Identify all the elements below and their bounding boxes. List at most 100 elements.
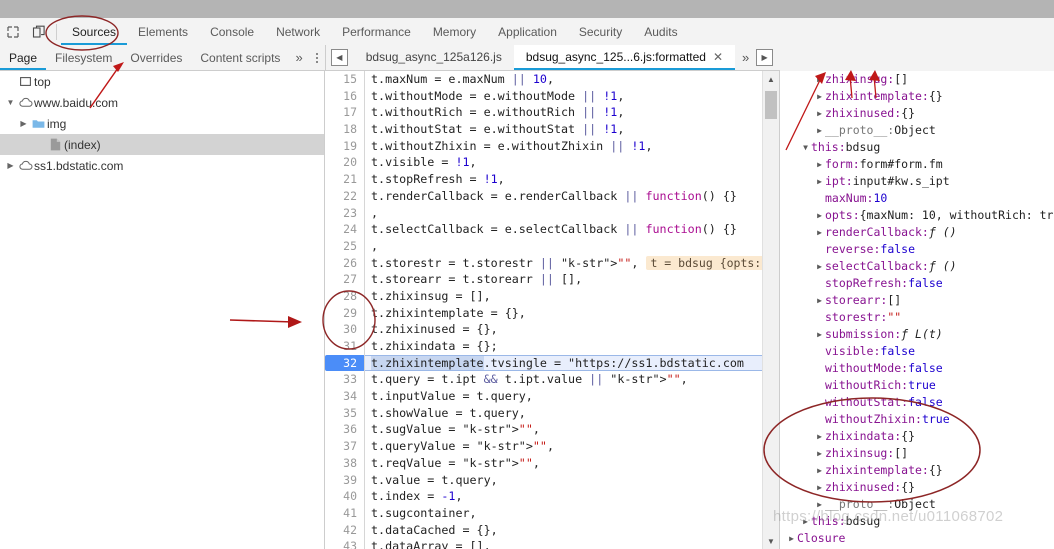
code-editor[interactable]: 15 16 17 18 19 20 21 22 23 24 25 26 27 28 29 30 31 32 33 34…	[325, 71, 780, 549]
line-number[interactable]: 27	[325, 271, 364, 288]
twisty-right-icon[interactable]: ▶	[814, 71, 825, 88]
line-number[interactable]: 17	[325, 104, 364, 121]
code-line[interactable]: t.showValue = t.query,	[365, 405, 763, 422]
line-number[interactable]: 33	[325, 371, 364, 388]
twisty-right-icon[interactable]: ▶	[814, 207, 825, 224]
twisty-right-icon[interactable]: ▶	[814, 292, 825, 309]
device-toolbar-icon[interactable]	[26, 19, 52, 45]
tab-console[interactable]: Console	[199, 19, 265, 45]
code-line[interactable]: t.maxNum = e.maxNum || 10,	[365, 71, 763, 88]
line-number[interactable]: 40	[325, 488, 364, 505]
line-number[interactable]: 35	[325, 405, 364, 422]
code-line[interactable]: ,	[365, 205, 763, 222]
scope-row[interactable]: maxNum: 10	[780, 190, 1054, 207]
tab-performance[interactable]: Performance	[331, 19, 422, 45]
twisty-right-icon[interactable]: ▶	[814, 156, 825, 173]
tab-elements[interactable]: Elements	[127, 19, 199, 45]
navigator-toggle-icon[interactable]: ◀	[331, 49, 348, 66]
subtab-content-scripts[interactable]: Content scripts	[191, 45, 289, 70]
line-number[interactable]: 21	[325, 171, 364, 188]
scope-row[interactable]: storestr: ""	[780, 309, 1054, 326]
scope-row[interactable]: visible: false	[780, 343, 1054, 360]
scope-row[interactable]: ▶ zhixintemplate: {}	[780, 462, 1054, 479]
debugger-scope-panel[interactable]: ▶ zhixinsug: [] ▶ zhixintemplate: {} ▶ zhixin…	[780, 71, 1054, 549]
line-number[interactable]: 25	[325, 238, 364, 255]
line-number[interactable]: 24	[325, 221, 364, 238]
line-number[interactable]: 34	[325, 388, 364, 405]
scope-row[interactable]: reverse: false	[780, 241, 1054, 258]
scope-row[interactable]: ▶ zhixinsug: []	[780, 71, 1054, 88]
tab-audits[interactable]: Audits	[633, 19, 688, 45]
line-number[interactable]: 20	[325, 154, 364, 171]
scope-row[interactable]: withoutZhixin: true	[780, 411, 1054, 428]
code-line[interactable]: t.storestr = t.storestr || "k-str">"", t …	[365, 255, 763, 272]
tree-item-img[interactable]: ▶ img	[0, 113, 324, 134]
tree-item-ss1-bdstatic-com[interactable]: ▶ ss1.bdstatic.com	[0, 155, 324, 176]
scope-row[interactable]: ▶ submission: ƒ L(t)	[780, 326, 1054, 343]
twisty-down-icon[interactable]: ▼	[4, 98, 17, 107]
scope-row[interactable]: withoutMode: false	[780, 360, 1054, 377]
twisty-right-icon[interactable]: ▶	[814, 122, 825, 139]
twisty-right-icon[interactable]: ▶	[814, 105, 825, 122]
twisty-right-icon[interactable]: ▶	[814, 258, 825, 275]
file-tab-bdsug-async[interactable]: bdsug_async_125a126.js	[354, 45, 514, 70]
code-line[interactable]: t.renderCallback = e.renderCallback || f…	[365, 188, 763, 205]
file-tabs-overflow-chevron-icon[interactable]: »	[735, 50, 756, 65]
twisty-right-icon[interactable]: ▶	[17, 119, 30, 128]
line-number[interactable]: 26	[325, 255, 364, 272]
code-line[interactable]: t.queryValue = "k-str">"",	[365, 438, 763, 455]
scope-row[interactable]: ▶ zhixindata: {}	[780, 428, 1054, 445]
line-number[interactable]: 39	[325, 472, 364, 489]
scope-row[interactable]: ▼ this: bdsug	[780, 139, 1054, 156]
inspect-element-icon[interactable]	[0, 19, 26, 45]
line-number[interactable]: 22	[325, 188, 364, 205]
scroll-up-arrow-icon[interactable]: ▲	[763, 71, 779, 87]
code-line[interactable]: t.storearr = t.storearr || [],	[365, 271, 763, 288]
scope-row[interactable]: ▶ zhixinsug: []	[780, 445, 1054, 462]
code-line[interactable]: t.sugcontainer,	[365, 505, 763, 522]
tab-sources[interactable]: Sources	[61, 19, 128, 45]
line-number[interactable]: 36	[325, 421, 364, 438]
scope-row[interactable]: ▶ __proto__: Object	[780, 122, 1054, 139]
twisty-right-icon[interactable]: ▶	[814, 479, 825, 496]
line-number[interactable]: 19	[325, 138, 364, 155]
code-line[interactable]: t.withoutMode = e.withoutMode || !1,	[365, 88, 763, 105]
file-tab-bdsug-async-formatted[interactable]: bdsug_async_125...6.js:formatted ✕	[513, 44, 736, 70]
tab-security[interactable]: Security	[568, 19, 633, 45]
tree-item-index[interactable]: (index)	[0, 134, 324, 155]
tree-item-www-baidu-com[interactable]: ▼ www.baidu.com	[0, 92, 324, 113]
line-number[interactable]: 29	[325, 305, 364, 322]
scope-row[interactable]: ▶ ipt: input#kw.s_ipt	[780, 173, 1054, 190]
twisty-down-icon[interactable]: ▼	[800, 139, 811, 156]
line-number[interactable]: 31	[325, 338, 364, 355]
line-number[interactable]: 30	[325, 321, 364, 338]
scope-row[interactable]: ▶ selectCallback: ƒ ()	[780, 258, 1054, 275]
line-number[interactable]: 41	[325, 505, 364, 522]
subtab-overrides[interactable]: Overrides	[121, 45, 191, 70]
editor-vertical-scrollbar[interactable]: ▲ ▼	[762, 71, 779, 549]
close-icon[interactable]: ✕	[713, 44, 723, 70]
scope-row[interactable]: withoutRich: true	[780, 377, 1054, 394]
code-line[interactable]: t.reqValue = "k-str">"",	[365, 455, 763, 472]
twisty-right-icon[interactable]: ▶	[814, 445, 825, 462]
line-number[interactable]: 23	[325, 205, 364, 222]
line-number-gutter[interactable]: 15 16 17 18 19 20 21 22 23 24 25 26 27 28 29 30 31 32 33 34…	[325, 71, 365, 549]
scope-row[interactable]: ▶ renderCallback: ƒ ()	[780, 224, 1054, 241]
scope-row[interactable]: ▶ zhixinused: {}	[780, 105, 1054, 122]
twisty-right-icon[interactable]: ▶	[814, 326, 825, 343]
tab-application[interactable]: Application	[487, 19, 568, 45]
line-number[interactable]: 43	[325, 538, 364, 549]
code-line[interactable]: t.value = t.query,	[365, 472, 763, 489]
tree-item-top[interactable]: top	[0, 71, 324, 92]
twisty-right-icon[interactable]: ▶	[814, 428, 825, 445]
navigator-more-options-icon[interactable]	[309, 47, 325, 69]
navigator-file-tree[interactable]: top ▼ www.baidu.com ▶ img (index) ▶ ss1.…	[0, 71, 325, 549]
scope-row[interactable]: ▶ storearr: []	[780, 292, 1054, 309]
tab-memory[interactable]: Memory	[422, 19, 487, 45]
code-line[interactable]: t.zhixintemplate = {},	[365, 305, 763, 322]
code-editor-viewport[interactable]: 15 16 17 18 19 20 21 22 23 24 25 26 27 28 29 30 31 32 33 34…	[325, 71, 763, 549]
code-line[interactable]: t.visible = !1,	[365, 154, 763, 171]
subtab-page[interactable]: Page	[0, 45, 47, 70]
code-line[interactable]: t.index = -1,	[365, 488, 763, 505]
twisty-right-icon[interactable]: ▶	[814, 88, 825, 105]
